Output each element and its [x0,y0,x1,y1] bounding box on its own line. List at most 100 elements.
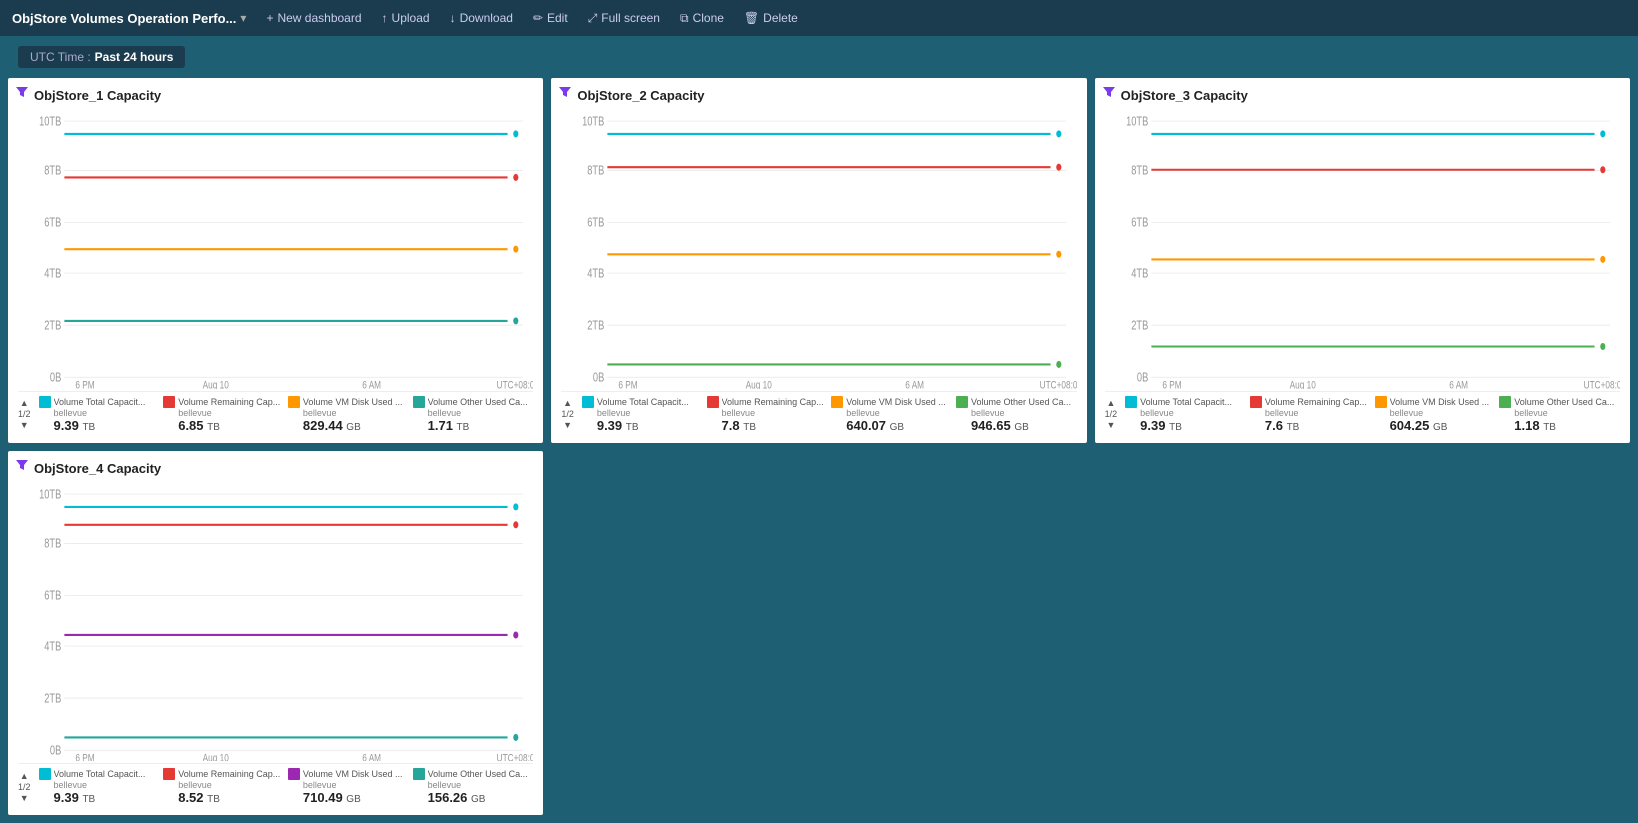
pager[interactable]: ▲ 1/2 ▼ [18,768,31,805]
legend-item-1: Volume Total Capacit... bellevue 9.39 TB [1125,396,1246,433]
card-4: ObjStore_4 Capacity10TB8TB6TB4TB2TB0B6 P… [8,451,543,816]
fullscreen-icon: ⤢ [588,11,598,26]
svg-text:Aug 10: Aug 10 [203,752,230,761]
new-dashboard-button[interactable]: + New dashboard [258,7,369,29]
legend-item-1: Volume Total Capacit... bellevue 9.39 TB [39,396,160,433]
legend-label: Volume Remaining Cap... [1265,397,1367,407]
filter-icon [1103,86,1115,98]
legend-value: 1.18 TB [1514,418,1620,433]
chart-svg: 10TB8TB6TB4TB2TB0B6 PMAug 106 AMUTC+08:0… [18,107,533,389]
legend-swatch [163,768,175,780]
legend-label: Volume Remaining Cap... [178,397,280,407]
pager[interactable]: ▲ 1/2 ▼ [1105,396,1118,433]
legend-area: ▲ 1/2 ▼ Volume Total Capacit... bellevue… [18,391,533,433]
chart-svg: 10TB8TB6TB4TB2TB0B6 PMAug 106 AMUTC+08:0… [18,480,533,762]
pager-up-arrow[interactable]: ▲ [20,771,29,781]
legend-swatch [413,768,425,780]
legend-item-1: Volume Total Capacit... bellevue 9.39 TB [39,768,160,805]
legend-swatch [831,396,843,408]
pager-up-arrow[interactable]: ▲ [1106,398,1115,408]
svg-text:4TB: 4TB [1131,267,1148,281]
pager[interactable]: ▲ 1/2 ▼ [18,396,31,433]
delete-button[interactable]: 🗑 Delete [736,7,806,29]
legend-item-2: Volume Remaining Cap... bellevue 7.6 TB [1250,396,1371,433]
legend-sub: bellevue [971,408,1077,418]
svg-text:4TB: 4TB [44,640,61,654]
legend-label: Volume Total Capacit... [597,397,689,407]
legend-value: 604.25 GB [1390,418,1496,433]
svg-text:UTC+08:00: UTC+08:00 [1040,379,1077,388]
svg-text:6 AM: 6 AM [362,379,381,388]
legend-label: Volume Other Used Ca... [971,397,1071,407]
svg-text:8TB: 8TB [44,164,61,178]
topbar: ObjStore Volumes Operation Perfo... ▾ + … [0,0,1638,36]
legend-item-3: Volume VM Disk Used ... bellevue 604.25 … [1375,396,1496,433]
legend-item-2: Volume Remaining Cap... bellevue 8.52 TB [163,768,284,805]
legend-swatch [39,768,51,780]
svg-text:UTC+08:00: UTC+08:00 [497,752,534,761]
legend-sub: bellevue [846,408,952,418]
svg-text:UTC+08:00: UTC+08:00 [497,379,534,388]
svg-text:0B: 0B [593,371,604,385]
pager-down-arrow[interactable]: ▼ [1106,420,1115,430]
time-badge[interactable]: UTC Time : Past 24 hours [18,46,185,68]
svg-text:Aug 10: Aug 10 [746,379,773,388]
time-label: UTC Time : [30,50,91,64]
time-value: Past 24 hours [95,50,174,64]
legend-area: ▲ 1/2 ▼ Volume Total Capacit... bellevue… [561,391,1076,433]
svg-text:10TB: 10TB [39,115,61,129]
svg-text:6 AM: 6 AM [1449,379,1468,388]
legend-area: ▲ 1/2 ▼ Volume Total Capacit... bellevue… [1105,391,1620,433]
edit-button[interactable]: ✏ Edit [525,7,576,29]
legend-swatch [288,768,300,780]
legend-label: Volume Other Used Ca... [428,769,528,779]
svg-text:Aug 10: Aug 10 [1289,379,1316,388]
chart-area: 10TB8TB6TB4TB2TB0B6 PMAug 106 AMUTC+08:0… [18,107,533,389]
clone-icon: ⧉ [680,11,689,26]
svg-text:8TB: 8TB [588,164,605,178]
svg-text:0B: 0B [1137,371,1148,385]
svg-text:8TB: 8TB [1131,164,1148,178]
svg-text:6 PM: 6 PM [1162,379,1181,388]
legend-label: Volume Remaining Cap... [722,397,824,407]
pager-down-arrow[interactable]: ▼ [20,420,29,430]
svg-text:0B: 0B [50,744,61,758]
pager-number: 1/2 [18,409,31,419]
pager-up-arrow[interactable]: ▲ [20,398,29,408]
filter-icon [559,86,571,98]
legend-value: 7.6 TB [1265,418,1371,433]
legend-sub: bellevue [597,408,703,418]
legend-value: 7.8 TB [722,418,828,433]
legend-value: 6.85 TB [178,418,284,433]
svg-text:2TB: 2TB [1131,319,1148,333]
legend-label: Volume Total Capacit... [54,769,146,779]
legend-label: Volume Remaining Cap... [178,769,280,779]
clone-button[interactable]: ⧉ Clone [672,7,732,30]
svg-text:4TB: 4TB [588,267,605,281]
legend-sub: bellevue [178,408,284,418]
legend-item-1: Volume Total Capacit... bellevue 9.39 TB [582,396,703,433]
svg-text:6TB: 6TB [44,589,61,603]
upload-button[interactable]: ↑ Upload [374,7,438,29]
legend-item-4: Volume Other Used Ca... bellevue 1.18 TB [1499,396,1620,433]
chart-svg: 10TB8TB6TB4TB2TB0B6 PMAug 106 AMUTC+08:0… [1105,107,1620,389]
svg-text:6 AM: 6 AM [906,379,925,388]
legend-item-3: Volume VM Disk Used ... bellevue 710.49 … [288,768,409,805]
legend-label: Volume VM Disk Used ... [303,397,403,407]
svg-text:2TB: 2TB [44,319,61,333]
pager-down-arrow[interactable]: ▼ [20,793,29,803]
pager[interactable]: ▲ 1/2 ▼ [561,396,574,433]
legend-sub: bellevue [303,408,409,418]
chevron-down-icon[interactable]: ▾ [240,11,246,25]
chart-area: 10TB8TB6TB4TB2TB0B6 PMAug 106 AMUTC+08:0… [18,480,533,762]
pager-down-arrow[interactable]: ▼ [563,420,572,430]
pager-number: 1/2 [18,782,31,792]
legend-value: 946.65 GB [971,418,1077,433]
legend-swatch [1375,396,1387,408]
fullscreen-button[interactable]: ⤢ Full screen [580,7,668,30]
delete-icon: 🗑 [744,11,759,25]
download-button[interactable]: ↓ Download [442,7,521,29]
chart-area: 10TB8TB6TB4TB2TB0B6 PMAug 106 AMUTC+08:0… [561,107,1076,389]
pager-up-arrow[interactable]: ▲ [563,398,572,408]
legend-sub: bellevue [722,408,828,418]
